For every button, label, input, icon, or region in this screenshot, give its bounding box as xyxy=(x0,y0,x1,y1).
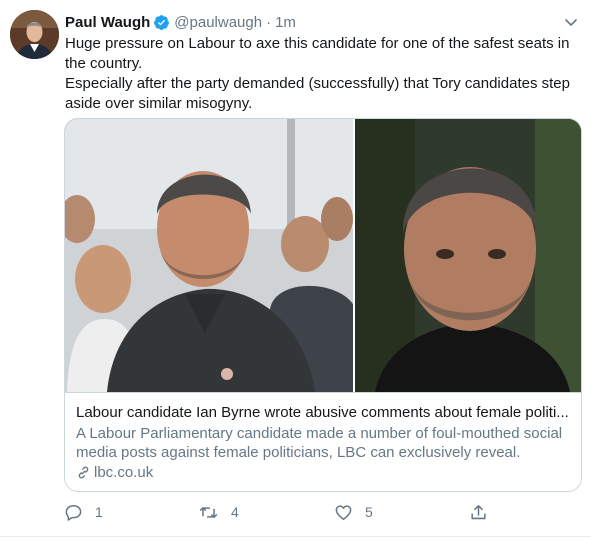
tweet[interactable]: Paul Waugh @paulwaugh · 1m Huge pressure… xyxy=(0,0,591,537)
share-icon xyxy=(471,504,486,519)
tweet-text-line-1: Huge pressure on Labour to axe this cand… xyxy=(65,35,570,72)
share-button[interactable] xyxy=(469,502,500,522)
timestamp[interactable]: 1m xyxy=(275,14,296,31)
card-title[interactable]: Labour candidate Ian Byrne wrote abusive… xyxy=(76,403,569,422)
like-button[interactable]: 5 xyxy=(334,502,373,522)
link-icon xyxy=(78,466,89,479)
handle[interactable]: @paulwaugh xyxy=(174,14,262,31)
like-count: 5 xyxy=(365,504,373,520)
tweet-text: Huge pressure on Labour to axe this cand… xyxy=(65,34,575,114)
retweet-count: 4 xyxy=(231,504,239,520)
chevron-down-icon[interactable] xyxy=(563,14,579,30)
tweet-text-line-2: Especially after the party demanded (suc… xyxy=(65,75,570,112)
retweet-button[interactable]: 4 xyxy=(198,502,239,522)
card-domain[interactable]: lbc.co.uk xyxy=(76,463,569,482)
card-domain-text: lbc.co.uk xyxy=(94,464,154,481)
display-name[interactable]: Paul Waugh xyxy=(65,14,150,31)
reply-button[interactable]: 1 xyxy=(64,502,103,522)
reply-icon xyxy=(65,504,82,521)
verified-badge-icon xyxy=(153,14,170,31)
card-image xyxy=(65,119,581,392)
reply-count: 1 xyxy=(95,504,103,520)
action-bar: 1 4 5 xyxy=(64,502,504,522)
card-body: Labour candidate Ian Byrne wrote abusive… xyxy=(65,392,581,491)
heart-icon xyxy=(335,504,352,520)
card-description: A Labour Parliamentary candidate made a … xyxy=(76,425,563,461)
link-card[interactable]: Labour candidate Ian Byrne wrote abusive… xyxy=(64,118,582,492)
separator-dot: · xyxy=(266,13,272,31)
retweet-icon xyxy=(199,506,218,518)
tweet-header: Paul Waugh @paulwaugh · 1m xyxy=(65,12,296,32)
avatar[interactable] xyxy=(10,10,59,59)
